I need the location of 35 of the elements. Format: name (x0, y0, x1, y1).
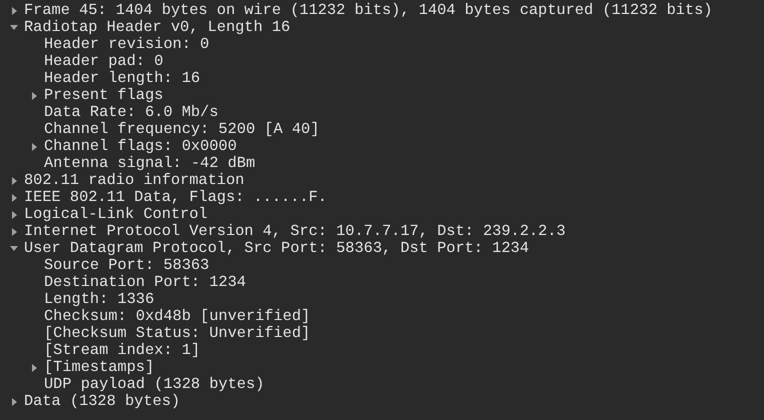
caret-right-icon[interactable] (32, 92, 36, 100)
tree-item[interactable]: 802.11 radio information (24, 172, 244, 189)
tree-item[interactable]: Logical-Link Control (24, 206, 208, 223)
tree-item[interactable]: Channel frequency: 5200 [A 40] (44, 121, 320, 138)
tree-item[interactable]: [Stream index: 1] (44, 342, 200, 359)
tree-item[interactable]: [Timestamps] (44, 359, 154, 376)
tree-item[interactable]: Checksum: 0xd48b [unverified] (44, 308, 310, 325)
tree-item[interactable]: Length: 1336 (44, 291, 154, 308)
tree-item[interactable]: Destination Port: 1234 (44, 274, 246, 291)
tree-item[interactable]: Channel flags: 0x0000 (44, 138, 237, 155)
tree-item[interactable]: IEEE 802.11 Data, Flags: ......F. (24, 189, 327, 206)
tree-item[interactable]: UDP payload (1328 bytes) (44, 376, 264, 393)
tree-item[interactable]: Internet Protocol Version 4, Src: 10.7.7.17, Dst: 239.2.2.3 (24, 223, 566, 240)
tree-item[interactable]: Data (1328 bytes) (24, 393, 180, 410)
tree-item[interactable]: Frame 45: 1404 bytes on wire (11232 bits), 1404 bytes captured (11232 bits) (24, 2, 712, 19)
tree-item[interactable]: Header revision: 0 (44, 36, 210, 53)
tree-item[interactable]: Radiotap Header v0, Length 16 (24, 19, 290, 36)
caret-right-icon[interactable] (12, 210, 16, 218)
caret-right-icon[interactable] (32, 142, 36, 150)
tree-item[interactable]: [Checksum Status: Unverified] (44, 325, 310, 342)
caret-right-icon[interactable] (12, 194, 16, 202)
tree-item[interactable]: Data Rate: 6.0 Mb/s (44, 104, 218, 121)
tree-item[interactable]: Antenna signal: -42 dBm (44, 155, 256, 172)
caret-right-icon[interactable] (12, 398, 16, 406)
caret-down-icon[interactable] (10, 246, 18, 251)
caret-right-icon[interactable] (12, 228, 16, 236)
caret-right-icon[interactable] (32, 364, 36, 372)
tree-item[interactable]: Present flags (44, 87, 164, 104)
caret-right-icon[interactable] (12, 6, 16, 14)
caret-right-icon[interactable] (12, 176, 16, 184)
tree-item[interactable]: Source Port: 58363 (44, 257, 210, 274)
caret-down-icon[interactable] (10, 25, 18, 30)
tree-item[interactable]: User Datagram Protocol, Src Port: 58363, Dst Port: 1234 (24, 240, 529, 257)
tree-item[interactable]: Header pad: 0 (44, 53, 164, 70)
tree-item[interactable]: Header length: 16 (44, 70, 200, 87)
